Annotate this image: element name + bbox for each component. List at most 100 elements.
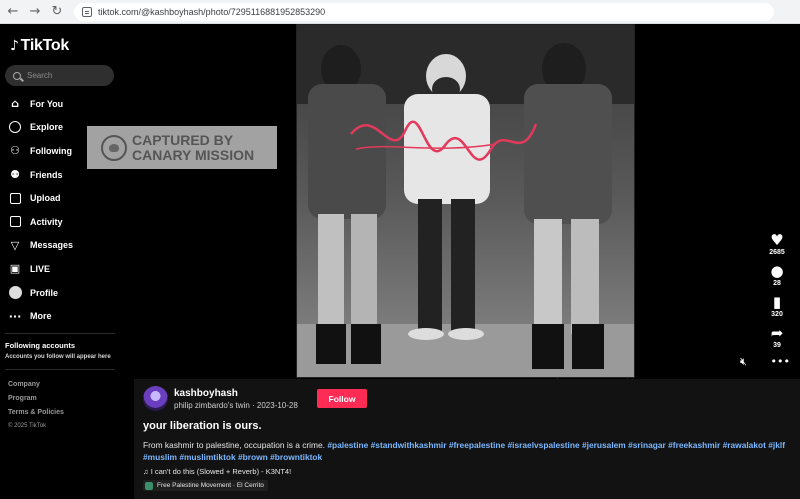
sidebar-item-following[interactable]: ⚇ Following <box>8 139 73 163</box>
post-photo[interactable] <box>296 24 635 378</box>
sidebar-item-label: More <box>30 311 52 322</box>
post-caption: From kashmir to palestine, occupation is… <box>143 439 798 463</box>
sidebar-item-label: Explore <box>30 122 64 133</box>
search-placeholder: Search <box>27 71 53 80</box>
caption-text: From kashmir to palestine, occupation is… <box>143 440 328 450</box>
author-nickname: philip zimbardo's twin <box>174 401 250 410</box>
sidebar-item-friends[interactable]: ⚉ Friends <box>8 163 73 187</box>
sidebar-item-activity[interactable]: Activity <box>8 210 73 234</box>
sidebar-divider <box>5 369 115 370</box>
hashtag-link[interactable]: #jerusalem <box>582 440 626 450</box>
profile-avatar-icon <box>8 286 22 300</box>
sidebar: ♪ TikTok Search ⌂ For You Explore ⚇ Foll… <box>0 24 122 499</box>
more-dots-icon: ··· <box>8 309 22 323</box>
hashtag-link[interactable]: #srinagar <box>628 440 666 450</box>
share-button[interactable]: ➦ 39 <box>760 325 794 356</box>
site-settings-icon[interactable] <box>82 6 92 17</box>
post-details: kashboyhash philip zimbardo's twin · 202… <box>134 379 800 499</box>
hashtag-link[interactable]: #freepalestine <box>449 440 505 450</box>
author-meta: philip zimbardo's twin · 2023-10-28 <box>174 401 298 410</box>
send-icon: ▽ <box>10 238 20 252</box>
sidebar-item-label: Messages <box>30 240 74 251</box>
sidebar-nav: ⌂ For You Explore ⚇ Following ⚉ Friends … <box>8 92 73 328</box>
brand-name: TikTok <box>20 37 70 54</box>
search-input[interactable]: Search <box>5 65 114 86</box>
hashtag-link[interactable]: #jklf <box>768 440 785 450</box>
sidebar-item-profile[interactable]: Profile <box>8 281 73 305</box>
footer-link-terms[interactable]: Terms & Policies <box>8 409 64 423</box>
share-count: 39 <box>773 342 781 349</box>
browser-toolbar: ← → ↻ tiktok.com/@kashboyhash/photo/7295… <box>0 0 800 24</box>
share-arrow-icon: ➦ <box>770 324 784 342</box>
address-bar[interactable]: tiktok.com/@kashboyhash/photo/7295116881… <box>74 2 774 21</box>
hashtag-link[interactable]: #browntiktok <box>270 452 322 462</box>
tiktok-logo[interactable]: ♪ TikTok <box>10 37 69 55</box>
friends-icon: ⚉ <box>10 168 20 182</box>
heart-icon: ♥ <box>770 231 784 249</box>
like-button[interactable]: ♥ 2685 <box>760 232 794 263</box>
sidebar-item-label: For You <box>30 98 64 109</box>
compass-icon <box>8 120 22 134</box>
hashtag-link[interactable]: #israelvspalestine <box>507 440 579 450</box>
bookmark-icon: ▮ <box>772 293 782 311</box>
footer-link-program[interactable]: Program <box>8 395 64 409</box>
sidebar-item-label: Friends <box>30 169 63 180</box>
comment-count: 28 <box>773 280 781 287</box>
post-date: 2023-10-28 <box>256 401 298 410</box>
forward-button[interactable]: → <box>26 3 44 21</box>
sidebar-footer: Company Program Terms & Policies © 2025 … <box>8 381 64 437</box>
sidebar-item-label: LIVE <box>30 263 51 274</box>
following-accounts-heading: Following accounts <box>5 341 76 350</box>
sidebar-item-live[interactable]: ▣ LIVE <box>8 257 73 281</box>
hashtag-link[interactable]: #rawalakot <box>723 440 766 450</box>
sidebar-item-label: Profile <box>30 287 59 298</box>
action-rail: ♥ 2685 ● 28 ▮ 320 ➦ 39 <box>760 232 794 356</box>
music-track[interactable]: ♫ I can't do this (Slowed + Reverb) - K3… <box>143 467 291 476</box>
reload-button[interactable]: ↻ <box>48 3 66 21</box>
location-tag[interactable]: Free Palestine Movement · El Cerrito <box>143 480 268 491</box>
hashtag-link[interactable]: #brown <box>238 452 268 462</box>
follow-button[interactable]: Follow <box>317 389 367 408</box>
back-button[interactable]: ← <box>4 3 22 21</box>
sidebar-item-label: Upload <box>30 193 61 204</box>
sidebar-item-label: Following <box>30 145 72 156</box>
avatar[interactable] <box>143 386 168 411</box>
hashtag-link[interactable]: #standwithkashmir <box>371 440 447 450</box>
save-button[interactable]: ▮ 320 <box>760 294 794 325</box>
sidebar-item-label: Activity <box>30 216 63 227</box>
tiktok-note-icon: ♪ <box>10 38 19 54</box>
footer-link-company[interactable]: Company <box>8 381 64 395</box>
mute-speaker-icon[interactable]: 🔇︎ <box>740 355 747 369</box>
photo-viewer: ‹ › <box>134 24 800 388</box>
post-title: your liberation is ours. <box>143 420 262 432</box>
sidebar-item-messages[interactable]: ▽ Messages <box>8 234 73 258</box>
comment-icon: ● <box>770 262 784 280</box>
location-text: Free Palestine Movement · El Cerrito <box>157 482 264 489</box>
canary-bird-icon <box>101 134 127 161</box>
home-icon: ⌂ <box>11 97 19 111</box>
like-count: 2685 <box>769 249 785 256</box>
more-options-icon[interactable]: ••• <box>771 355 790 369</box>
save-count: 320 <box>771 311 783 318</box>
watermark-line-1: CAPTURED BY <box>132 131 234 148</box>
hashtag-link[interactable]: #palestine <box>327 440 368 450</box>
media-controls: 🔇︎ ••• <box>740 355 790 369</box>
upload-icon <box>8 191 22 205</box>
search-icon <box>13 71 21 80</box>
hashtag-link[interactable]: #muslimtiktok <box>179 452 235 462</box>
canary-mission-watermark: CAPTURED BY CANARY MISSION <box>87 126 277 169</box>
sidebar-item-upload[interactable]: Upload <box>8 186 73 210</box>
hashtag-link[interactable]: #freekashmir <box>668 440 720 450</box>
sidebar-item-explore[interactable]: Explore <box>8 116 73 140</box>
hashtag-link[interactable]: #muslim <box>143 452 177 462</box>
activity-icon <box>8 215 22 229</box>
live-icon: ▣ <box>9 262 21 276</box>
sidebar-item-more[interactable]: ··· More <box>8 304 73 328</box>
sidebar-divider <box>5 333 115 334</box>
meta-separator: · <box>249 401 257 410</box>
sidebar-item-for-you[interactable]: ⌂ For You <box>8 92 73 116</box>
comment-button[interactable]: ● 28 <box>760 263 794 294</box>
author-username[interactable]: kashboyhash <box>174 388 238 399</box>
footer-copyright: © 2025 TikTok <box>8 423 47 429</box>
location-pin-icon <box>145 481 153 490</box>
